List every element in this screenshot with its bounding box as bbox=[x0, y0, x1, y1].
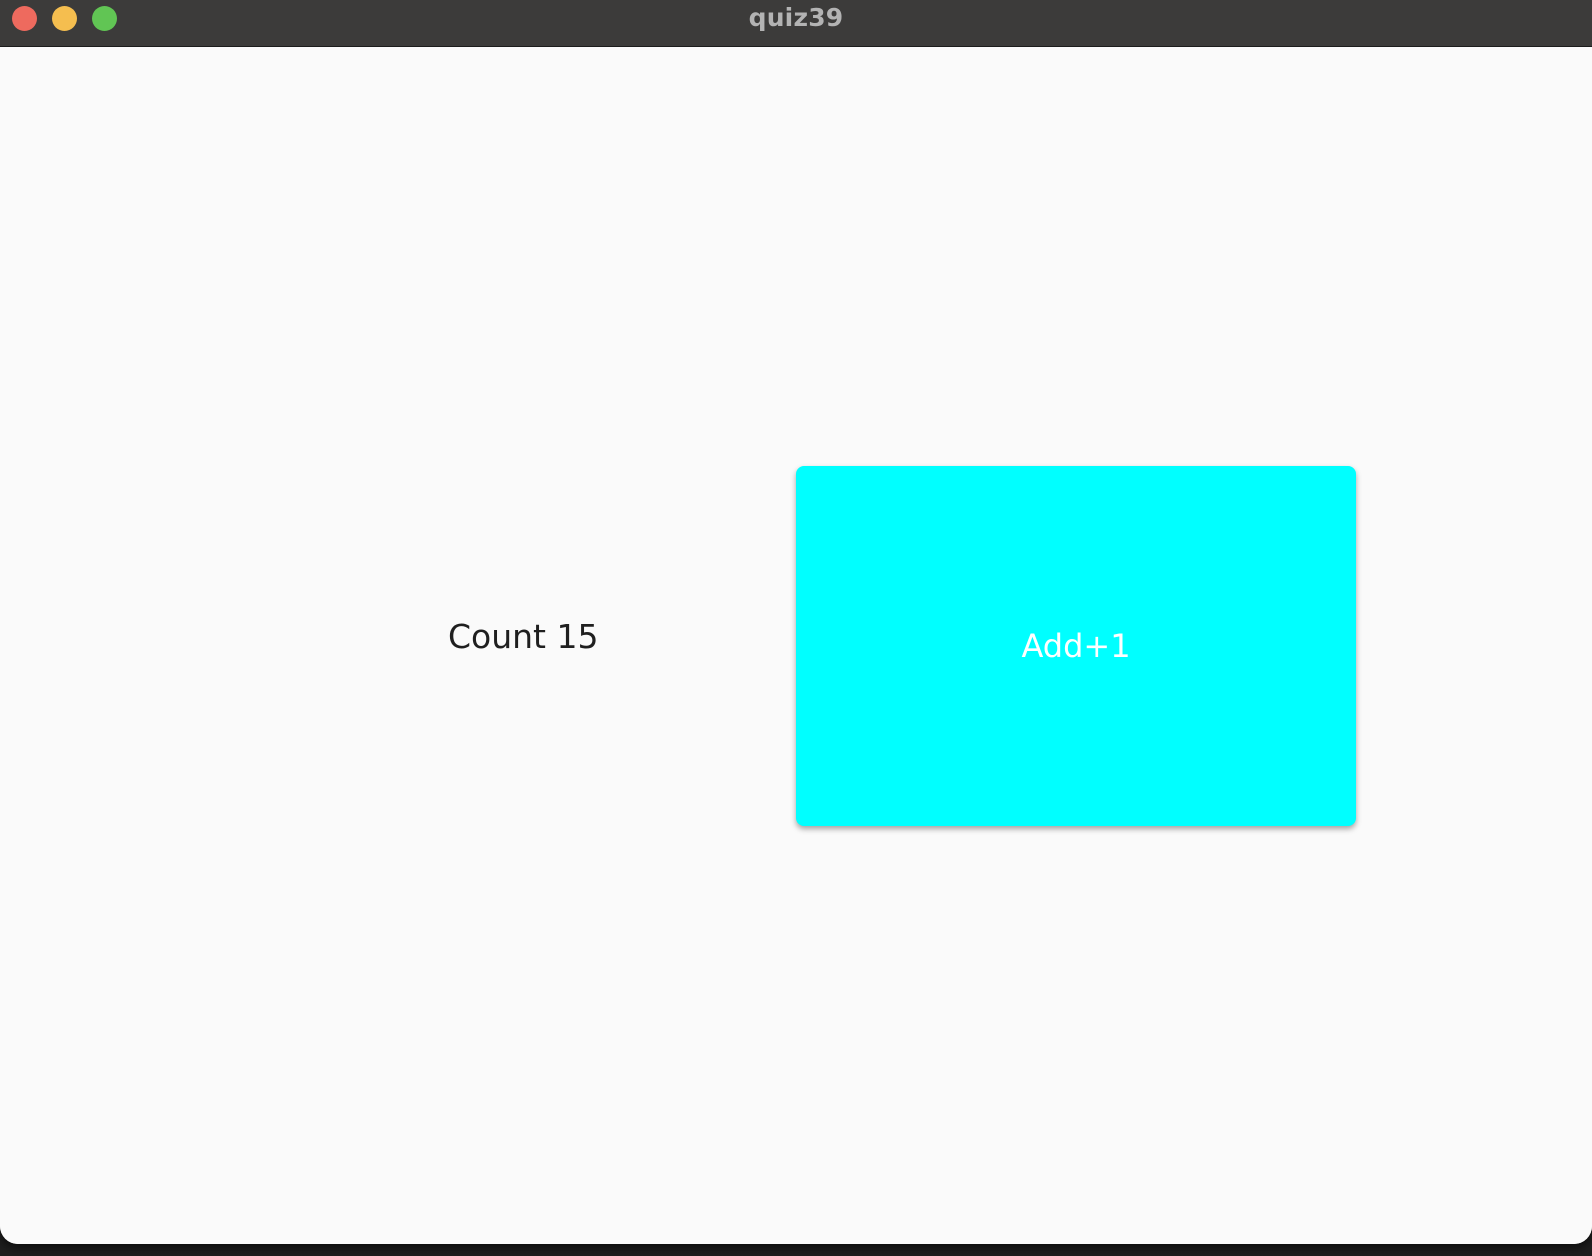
app-window: quiz39 Count 15 Add+1 bbox=[0, 0, 1592, 1244]
count-label: Count 15 bbox=[448, 617, 599, 656]
desktop: quiz39 Count 15 Add+1 bbox=[0, 0, 1592, 1256]
add-one-button-label: Add+1 bbox=[1021, 627, 1131, 665]
window-title: quiz39 bbox=[748, 3, 844, 32]
title-bar[interactable]: quiz39 bbox=[0, 0, 1592, 47]
add-one-button[interactable]: Add+1 bbox=[796, 466, 1356, 826]
app-content: Count 15 Add+1 bbox=[0, 47, 1592, 1244]
